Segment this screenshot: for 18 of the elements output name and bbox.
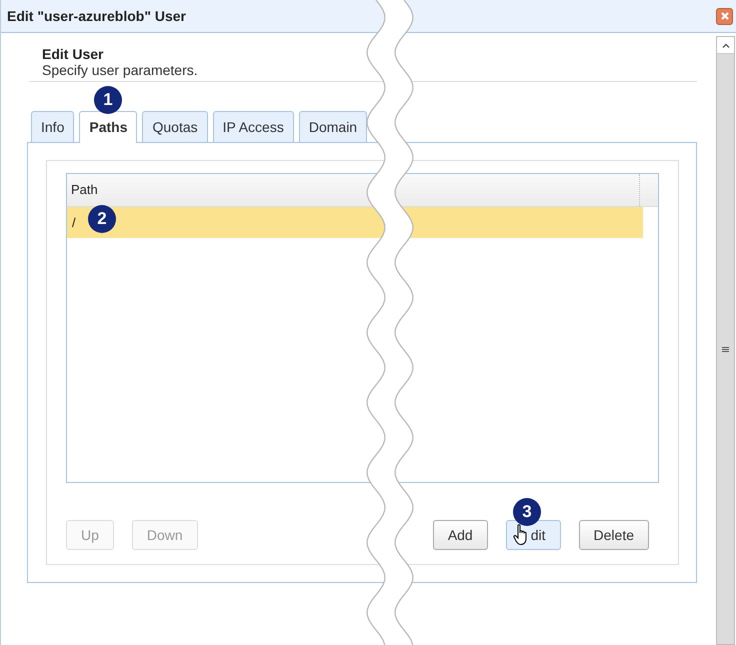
step-badge: 1: [94, 86, 122, 114]
scrollbar[interactable]: [716, 36, 735, 645]
section-title: Edit User: [42, 46, 104, 62]
tab[interactable]: Quotas: [142, 111, 208, 142]
step-badge: 3: [513, 498, 541, 526]
action-button[interactable]: Add: [432, 520, 488, 550]
tab[interactable]: IP Access: [212, 111, 294, 142]
section-subtitle: Specify user parameters.: [42, 62, 199, 78]
window-title: Edit "user-azureblob" User: [7, 8, 186, 24]
table-cell: /: [72, 215, 76, 230]
tab[interactable]: Paths: [79, 111, 138, 143]
tab[interactable]: Info: [31, 111, 74, 142]
close-button[interactable]: [716, 8, 733, 24]
hand-cursor-icon: [513, 524, 529, 546]
tab[interactable]: Domain: [298, 111, 368, 142]
close-icon: [720, 11, 730, 21]
action-button[interactable]: Delete: [578, 520, 649, 550]
grip-icon: [722, 346, 729, 352]
